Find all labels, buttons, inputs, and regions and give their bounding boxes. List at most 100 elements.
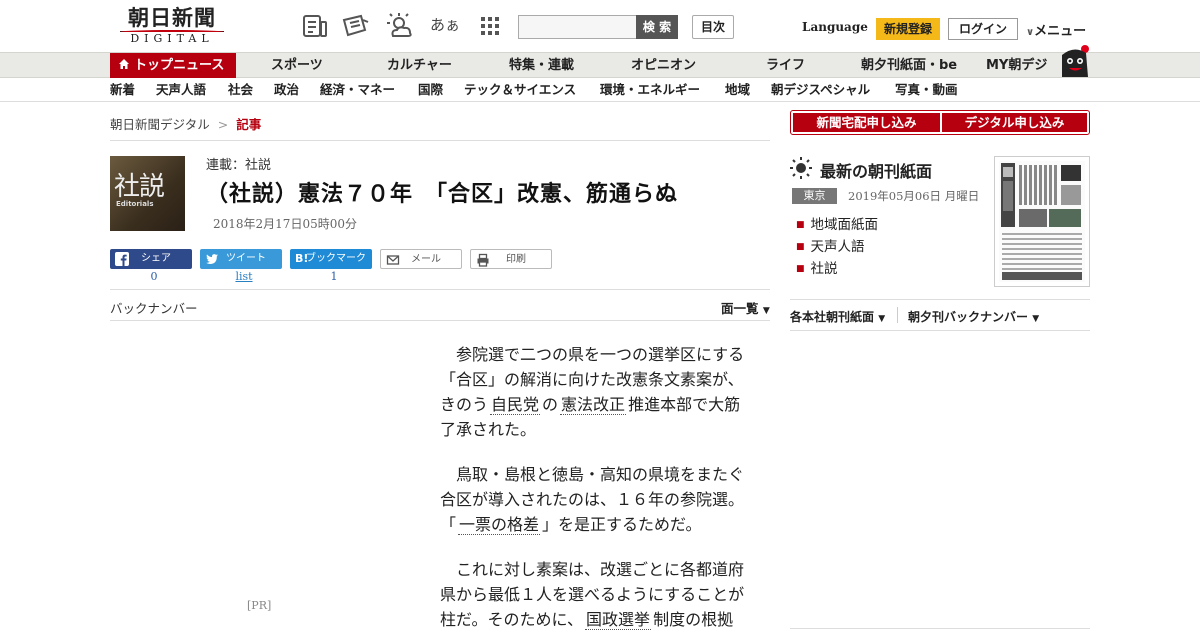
sub-nav-item-special[interactable]: 朝デジスペシャル (771, 78, 870, 101)
newspaper-icon[interactable] (341, 12, 371, 40)
site-logo[interactable]: 朝日新聞 DIGITAL (114, 6, 230, 48)
series-label[interactable]: 連載：社説 (206, 154, 271, 173)
menu-button[interactable]: ∨メニュー (1026, 20, 1086, 39)
article-timestamp: 2018年2月17日05時00分 (213, 217, 357, 231)
facebook-share-count: 0 (150, 270, 158, 283)
nav-item-features[interactable]: 特集・連載 (509, 53, 574, 78)
breadcrumb-home[interactable]: 朝日新聞デジタル (110, 117, 210, 132)
breadcrumb-current: 記事 (236, 117, 262, 132)
article-paragraph: 参院選で二つの県を一つの選挙区にする「合区」の解消に向けた改憲条文素案が、きのう… (440, 342, 754, 442)
paragraph-text: 制度の根拠 (653, 610, 734, 629)
sub-nav-item-international[interactable]: 国際 (418, 78, 443, 101)
caret-down-icon: ▼ (762, 306, 770, 316)
hatena-bookmark-label: ブックマーク (306, 253, 366, 264)
mascot-icon[interactable] (1056, 43, 1092, 79)
sub-nav-item-tech[interactable]: テック＆サイエンス (464, 78, 576, 101)
breadcrumb-separator: > (217, 117, 229, 132)
nav-item-sports[interactable]: スポーツ (271, 53, 323, 78)
edition-date: 2019年05月06日 月曜日 (848, 189, 980, 203)
print-button[interactable]: 印刷 (470, 249, 552, 269)
subscribe-digital-button[interactable]: デジタル申し込み (942, 113, 1087, 132)
article-body: 参院選で二つの県を一つの選挙区にする「合区」の解消に向けた改憲条文素案が、きのう… (440, 342, 754, 630)
main-nav: トップニュース スポーツ カルチャー 特集・連載 オピニオン ライフ 朝夕刊紙面… (0, 45, 1200, 78)
sub-nav-item-new[interactable]: 新着 (110, 78, 135, 101)
paragraph-text: の (542, 395, 559, 414)
article-paragraph: これに対し素案は、改選ごとに各都道府県から最低１人を選べるようにすることが柱だ。… (440, 557, 754, 630)
mail-button[interactable]: メール (380, 249, 462, 269)
backnumber-label[interactable]: バックナンバー (110, 298, 198, 317)
chevron-down-icon: ∨ (1026, 27, 1035, 38)
paper-link-regional[interactable]: ■ 地域面紙面 (796, 213, 878, 233)
article-paragraph: 鳥取・島根と徳島・高知の県境をまたぐ合区が導入されたのは、１６年の参院選。「 一票… (440, 462, 754, 537)
nav-top-news[interactable]: トップニュース (110, 53, 236, 78)
keyword-link[interactable]: 憲法改正 (560, 395, 627, 415)
nav-top-news-label: トップニュース (134, 58, 225, 73)
facebook-share-button[interactable]: シェア (110, 249, 192, 269)
latest-paper-title[interactable]: 最新の朝刊紙面 (820, 158, 932, 182)
honsha-paper-dropdown[interactable]: 各本社朝刊紙面 ▼ (790, 308, 885, 325)
divider (897, 307, 898, 323)
subscribe-paper-button[interactable]: 新聞宅配申し込み (793, 113, 940, 132)
logo-swoosh (120, 30, 224, 34)
index-button[interactable]: 目次 (692, 15, 734, 39)
keyword-link[interactable]: 自民党 (490, 395, 541, 415)
sub-nav-item-environment[interactable]: 環境・エネルギー (600, 78, 700, 101)
home-icon (119, 59, 129, 69)
paper-link-editorial[interactable]: ■ 社説 (796, 257, 838, 277)
hatena-bookmark-button[interactable]: B! ブックマーク (290, 249, 372, 269)
twitter-tweet-button[interactable]: ツイート (200, 249, 282, 269)
facebook-share-label: シェア (141, 253, 171, 264)
login-button[interactable]: ログイン (948, 18, 1018, 40)
nav-item-paper[interactable]: 朝夕刊紙面・be (861, 53, 957, 78)
editorial-thumbnail[interactable]: 社説 Editorials (110, 156, 185, 231)
apps-grid-icon[interactable] (476, 12, 506, 40)
nav-item-culture[interactable]: カルチャー (387, 53, 452, 78)
sub-nav-item-economy[interactable]: 経済・マネー (320, 78, 395, 101)
honsha-paper-label: 各本社朝刊紙面 (790, 310, 875, 324)
language-link[interactable]: Language (802, 20, 868, 34)
edition-badge: 東京 (792, 188, 837, 204)
font-size-icon[interactable]: あぁ (430, 14, 460, 42)
weather-icon[interactable] (385, 12, 415, 40)
thumbnail-subtitle: Editorials (116, 200, 154, 208)
news-list-icon[interactable] (300, 12, 330, 40)
hatena-bookmark-count[interactable]: 1 (293, 270, 375, 283)
bullet-icon: ■ (796, 264, 805, 274)
sub-nav-item-society[interactable]: 社会 (228, 78, 253, 101)
newspaper-front-page-image (999, 161, 1085, 282)
print-label: 印刷 (506, 254, 526, 265)
divider (110, 320, 770, 321)
sub-nav-item-photo[interactable]: 写真・動画 (895, 78, 958, 101)
caret-down-icon: ▼ (878, 314, 886, 324)
newspaper-thumbnail[interactable] (994, 156, 1090, 287)
divider (110, 140, 770, 141)
sub-nav: 新着 天声人語 社会 政治 経済・マネー 国際 テック＆サイエンス 環境・エネル… (0, 78, 1200, 102)
mail-label: メール (411, 254, 441, 265)
search-input[interactable] (518, 15, 638, 39)
nav-item-opinion[interactable]: オピニオン (631, 53, 696, 78)
bullet-icon: ■ (796, 242, 805, 252)
paper-link-label: 社説 (810, 261, 838, 277)
divider (110, 289, 770, 290)
keyword-link[interactable]: 国政選挙 (585, 610, 652, 630)
divider (790, 299, 1090, 300)
search-button[interactable]: 検 索 (636, 15, 678, 39)
bullet-icon: ■ (796, 220, 805, 230)
sub-nav-item-tenseijingo[interactable]: 天声人語 (156, 78, 206, 101)
nav-item-my[interactable]: MY朝デジ (986, 53, 1047, 78)
paper-link-label: 地域面紙面 (810, 217, 879, 233)
breadcrumb: 朝日新聞デジタル > 記事 (110, 114, 261, 133)
sub-nav-item-politics[interactable]: 政治 (274, 78, 299, 101)
sun-icon (790, 157, 812, 179)
register-button[interactable]: 新規登録 (876, 18, 940, 40)
page-list-dropdown[interactable]: 面一覧 ▼ (721, 298, 770, 317)
nav-item-life[interactable]: ライフ (766, 53, 805, 78)
paper-link-tenseijingo[interactable]: ■ 天声人語 (796, 235, 865, 255)
twitter-list-link[interactable]: list (203, 270, 285, 283)
backnumber-dropdown[interactable]: 朝夕刊バックナンバー ▼ (908, 308, 1039, 325)
sub-nav-item-region[interactable]: 地域 (725, 78, 750, 101)
site-header: 朝日新聞 DIGITAL あぁ 検 索 目次 Language 新規登録 ログイ… (0, 0, 1200, 52)
keyword-link[interactable]: 一票の格差 (458, 515, 541, 535)
paper-link-label: 天声人語 (810, 239, 865, 255)
logo-text-jp: 朝日新聞 (128, 5, 216, 30)
